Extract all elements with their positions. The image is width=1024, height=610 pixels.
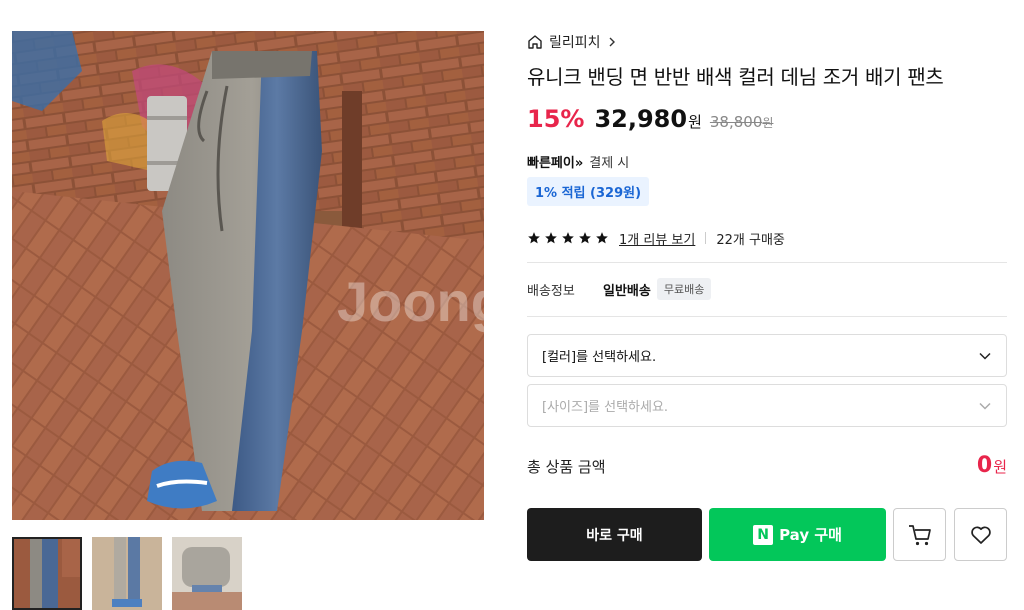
chevron-right-icon <box>609 37 615 47</box>
total-label: 총 상품 금액 <box>527 458 606 476</box>
original-price: 38,800 <box>709 113 763 131</box>
divider <box>527 316 1007 317</box>
shipping-type: 일반배송 <box>603 283 651 299</box>
store-name: 릴리피치 <box>549 35 601 51</box>
cart-button[interactable] <box>893 508 946 561</box>
thumbnail-3[interactable] <box>172 537 242 610</box>
star-icon <box>596 232 608 244</box>
review-link[interactable]: 1개 리뷰 보기 <box>619 229 695 248</box>
npay-button[interactable]: N Pay 구매 <box>709 508 886 561</box>
fast-pay-text: 결제 시 <box>589 155 630 171</box>
image-watermark: Joong <box>337 270 484 333</box>
npay-logo-icon: N <box>753 524 774 545</box>
free-shipping-badge: 무료배송 <box>656 278 712 300</box>
review-row: 1개 리뷰 보기 22개 구매중 <box>527 228 1007 248</box>
star-icon <box>579 232 591 244</box>
total-amount: 0 <box>976 453 993 478</box>
product-title: 유니크 밴딩 면 반반 배색 컬러 데님 조거 배기 팬츠 <box>527 65 944 89</box>
color-select[interactable]: [컬러]를 선택하세요. <box>527 334 1007 377</box>
star-icon <box>528 232 540 244</box>
star-icon <box>562 232 574 244</box>
point-badge: 1% 적립 (329원) <box>527 177 650 206</box>
thumbnail-list <box>12 537 242 610</box>
total-unit: 원 <box>993 458 1007 476</box>
thumbnail-2[interactable] <box>92 537 162 610</box>
buy-now-button[interactable]: 바로 구매 <box>527 508 702 561</box>
star-icon <box>545 232 557 244</box>
original-price-unit: 원 <box>762 116 774 130</box>
fast-pay-brand: 빠른페이» <box>527 155 584 171</box>
price-row: 15% 32,980 원 38,800 원 <box>527 105 1007 137</box>
discount-rate: 15% <box>527 105 585 133</box>
divider <box>527 262 1007 263</box>
product-main-image: Joong <box>12 31 484 520</box>
buyer-count: 22개 구매중 <box>716 232 785 248</box>
color-select-placeholder: [컬러]를 선택하세요. <box>542 350 657 365</box>
sale-price-unit: 원 <box>688 113 702 131</box>
product-info: 릴리피치 유니크 밴딩 면 반반 배색 컬러 데님 조거 배기 팬츠 15% 3… <box>527 31 1007 248</box>
size-select-placeholder: [사이즈]를 선택하세요. <box>542 400 669 415</box>
divider <box>705 232 707 244</box>
shipping-label: 배송정보 <box>527 283 575 299</box>
sale-price: 32,980 <box>594 105 688 133</box>
shipping-row: 배송정보 일반배송 무료배송 <box>527 278 712 300</box>
chevron-down-icon <box>979 352 991 360</box>
total-amount-wrap: 0원 <box>977 453 1007 478</box>
size-select[interactable]: [사이즈]를 선택하세요. <box>527 384 1007 427</box>
fast-pay-row: 빠른페이» 결제 시 <box>527 151 1007 171</box>
home-icon <box>528 35 542 49</box>
npay-label: Pay 구매 <box>779 526 842 544</box>
heart-icon <box>970 526 991 544</box>
chevron-down-icon <box>979 402 991 410</box>
store-link[interactable]: 릴리피치 <box>527 31 1007 53</box>
total-row: 총 상품 금액 0원 <box>527 453 1007 478</box>
cart-icon <box>908 524 931 545</box>
rating-stars <box>527 231 609 245</box>
thumbnail-1[interactable] <box>12 537 82 610</box>
wishlist-button[interactable] <box>954 508 1007 561</box>
